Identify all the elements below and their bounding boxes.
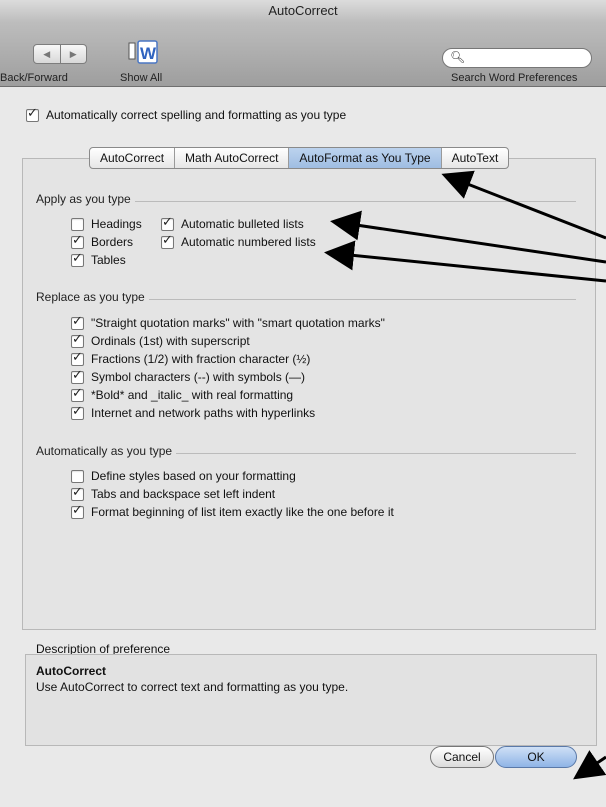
option-label: Format beginning of list item exactly li… [91, 505, 394, 519]
replace-section-title: Replace as you type [36, 290, 145, 304]
checkbox[interactable] [71, 469, 84, 483]
description-box: AutoCorrect Use AutoCorrect to correct t… [25, 654, 597, 746]
tab-autotext[interactable]: AutoText [442, 148, 509, 168]
checkbox[interactable] [71, 314, 84, 330]
search-icon: 🔍︎ [450, 50, 466, 64]
option-label: Internet and network paths with hyperlin… [91, 406, 316, 420]
checkbox[interactable] [71, 386, 84, 402]
apply-section-header: Apply as you type [36, 192, 576, 206]
master-option-row[interactable]: Automatically correct spelling and forma… [26, 106, 347, 122]
checkbox[interactable] [71, 368, 84, 384]
option-label: Headings [91, 217, 142, 231]
option-smart-quotes[interactable]: "Straight quotation marks" with "smart q… [71, 314, 385, 330]
option-hyperlinks[interactable]: Internet and network paths with hyperlin… [71, 404, 316, 420]
option-symbols[interactable]: Symbol characters (--) with symbols (—) [71, 368, 306, 384]
tab-autocorrect[interactable]: AutoCorrect [90, 148, 176, 168]
option-label: Ordinals (1st) with superscript [91, 334, 250, 348]
option-tables[interactable]: Tables [71, 251, 126, 267]
option-label: Automatic bulleted lists [181, 217, 304, 231]
option-label: Symbol characters (--) with symbols (—) [91, 370, 306, 384]
option-define-styles[interactable]: Define styles based on your formatting [71, 469, 296, 483]
cancel-button[interactable]: Cancel [430, 746, 494, 768]
option-label: Tabs and backspace set left indent [91, 487, 276, 501]
toolbar: ◀ ▶ Back/Forward W Show All 🔍︎ Search Wo… [0, 22, 606, 87]
option-borders[interactable]: Borders [71, 233, 134, 249]
tab-autoformat-as-you-type[interactable]: AutoFormat as You Type [289, 148, 442, 168]
search-label: Search Word Preferences [451, 72, 578, 84]
forward-arrow-icon[interactable]: ▶ [60, 44, 87, 64]
search-input[interactable]: 🔍︎ [442, 48, 592, 68]
master-option-label: Automatically correct spelling and forma… [46, 108, 347, 122]
svg-text:W: W [140, 44, 157, 63]
back-forward-control[interactable]: ◀ ▶ [33, 44, 87, 64]
checkbox[interactable] [71, 251, 84, 267]
show-all-icon[interactable]: W [127, 39, 159, 65]
option-numbered-lists[interactable]: Automatic numbered lists [161, 233, 316, 249]
section-divider [148, 298, 576, 300]
option-label: Fractions (1/2) with fraction character … [91, 352, 311, 366]
option-tabs-backspace[interactable]: Tabs and backspace set left indent [71, 485, 276, 501]
tab-math-autocorrect[interactable]: Math AutoCorrect [175, 148, 290, 168]
option-bulleted-lists[interactable]: Automatic bulleted lists [161, 215, 304, 231]
option-label: Borders [91, 235, 134, 249]
replace-section-header: Replace as you type [36, 290, 576, 304]
checkbox[interactable] [71, 332, 84, 348]
checkbox[interactable] [71, 485, 84, 501]
checkbox[interactable] [71, 350, 84, 366]
tab-bar: AutoCorrect Math AutoCorrect AutoFormat … [89, 147, 510, 169]
checkbox[interactable] [71, 404, 84, 420]
ok-button[interactable]: OK [495, 746, 577, 768]
option-headings[interactable]: Headings [71, 217, 142, 231]
checkbox[interactable] [161, 215, 174, 231]
option-label: Tables [91, 253, 126, 267]
checkbox[interactable] [71, 233, 84, 249]
window-title: AutoCorrect [0, 0, 606, 22]
section-divider [176, 452, 576, 454]
description-text: Use AutoCorrect to correct text and form… [36, 680, 349, 694]
description-title: AutoCorrect [36, 664, 107, 678]
option-label: Automatic numbered lists [181, 235, 316, 249]
auto-section-header: Automatically as you type [36, 444, 576, 458]
checkbox[interactable] [71, 503, 84, 519]
option-format-list-item[interactable]: Format beginning of list item exactly li… [71, 503, 394, 519]
apply-section-title: Apply as you type [36, 192, 131, 206]
show-all-label: Show All [120, 72, 163, 84]
option-bold-italic[interactable]: *Bold* and _italic_ with real formatting [71, 386, 294, 402]
checkbox[interactable] [71, 217, 84, 231]
preferences-content: Automatically correct spelling and forma… [0, 87, 606, 807]
checkbox[interactable] [161, 233, 174, 249]
section-divider [134, 200, 576, 202]
master-option-checkbox[interactable] [26, 106, 39, 122]
option-label: "Straight quotation marks" with "smart q… [91, 316, 385, 330]
option-ordinals[interactable]: Ordinals (1st) with superscript [71, 332, 250, 348]
option-label: Define styles based on your formatting [91, 469, 296, 483]
option-label: *Bold* and _italic_ with real formatting [91, 388, 294, 402]
back-arrow-icon[interactable]: ◀ [33, 44, 61, 64]
auto-section-title: Automatically as you type [36, 444, 173, 458]
back-forward-label: Back/Forward [0, 72, 68, 84]
option-fractions[interactable]: Fractions (1/2) with fraction character … [71, 350, 311, 366]
